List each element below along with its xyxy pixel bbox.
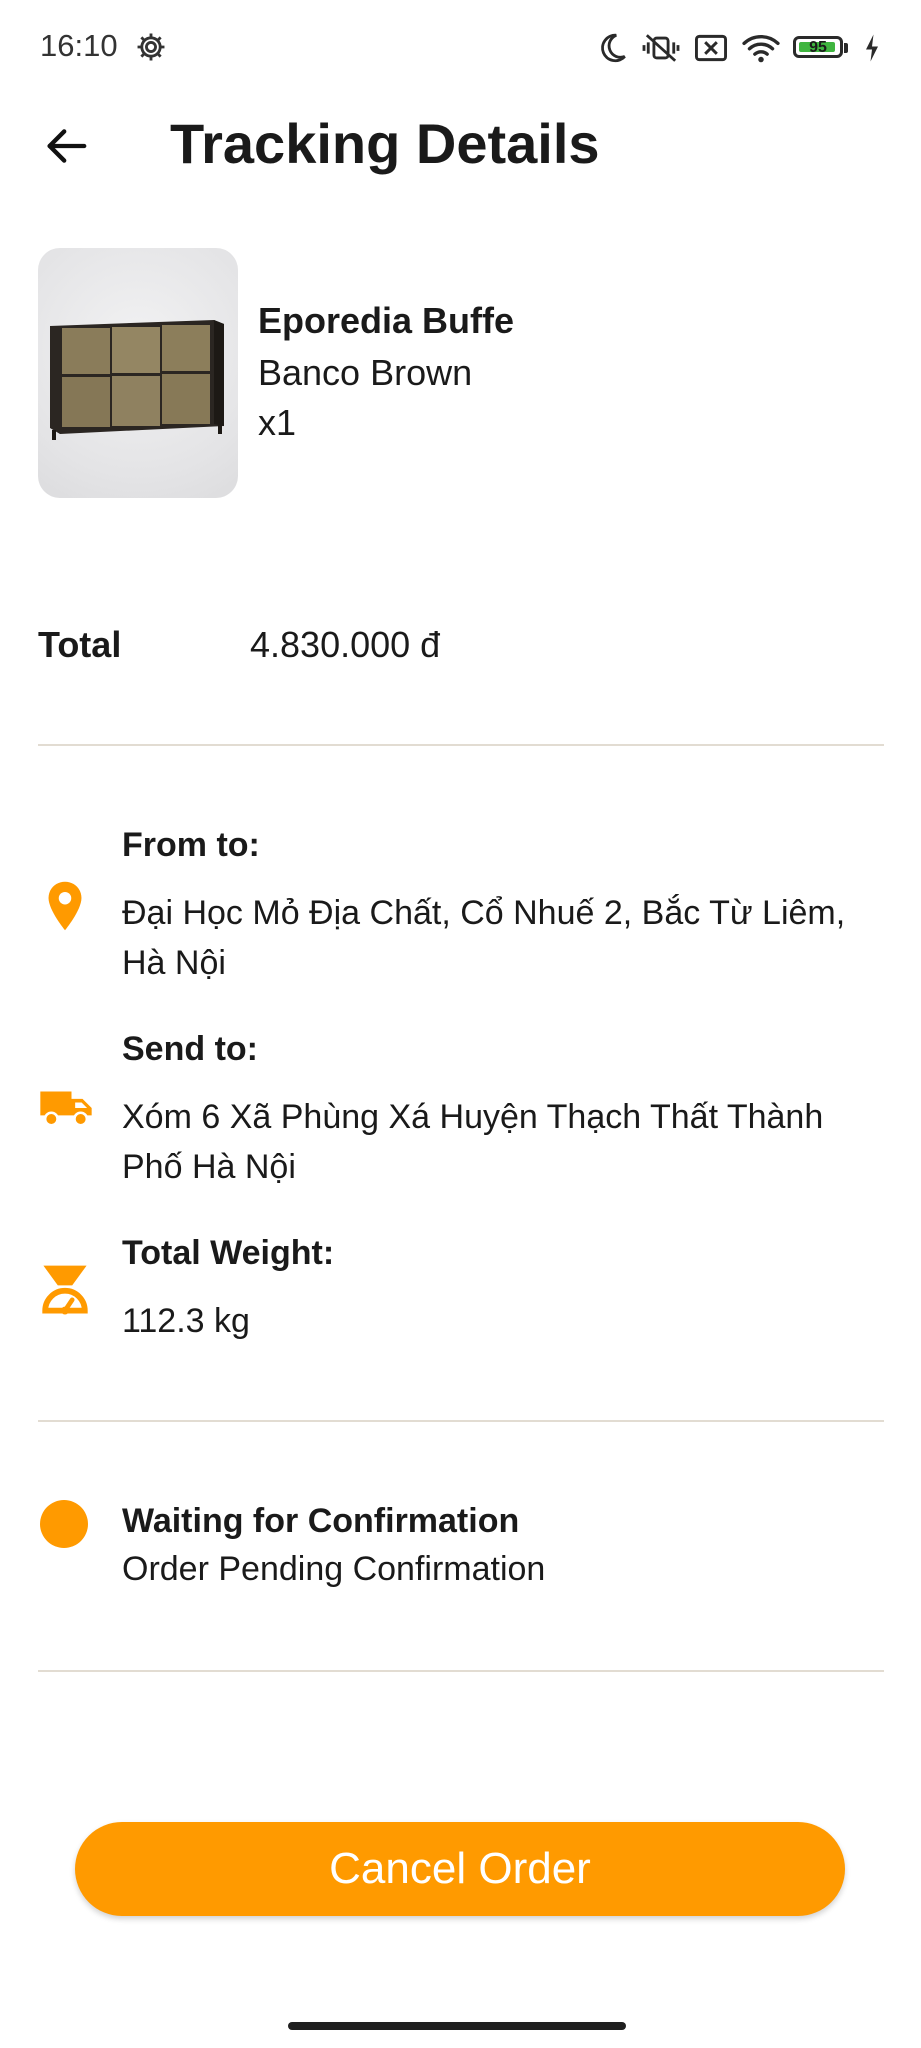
product-image [38, 248, 238, 498]
product-name: Eporedia Buffe [258, 300, 515, 341]
truck-icon [40, 1091, 92, 1127]
battery-level: 95 [809, 39, 827, 56]
status-icons: 95 [595, 28, 881, 68]
total-value: 4.830.000 đ [250, 624, 441, 665]
divider [38, 1420, 884, 1422]
page-title: Tracking Details [170, 112, 600, 175]
status-title: Waiting for Confirmation [122, 1502, 520, 1540]
product-variant: Banco Brown [258, 352, 473, 393]
arrow-left-icon [47, 129, 87, 163]
back-button[interactable] [30, 110, 102, 182]
charging-bolt-icon [866, 34, 878, 62]
sim-blocked-icon [695, 34, 727, 62]
total-label: Total [38, 624, 122, 665]
scale-icon [42, 1265, 88, 1315]
weight-label: Total Weight: [122, 1234, 335, 1272]
vibrate-muted-icon [642, 34, 680, 62]
weight-value: 112.3 kg [122, 1302, 250, 1340]
from-address: Đại Học Mỏ Địa Chất, Cổ Nhuế 2, Bắc Từ L… [122, 894, 846, 982]
divider [38, 744, 884, 746]
cancel-order-button[interactable]: Cancel Order [75, 1822, 845, 1916]
send-address: Xóm 6 Xã Phùng Xá Huyện Thạch Thất Thành… [122, 1098, 824, 1186]
settings-gear-icon [137, 33, 165, 61]
divider [38, 1670, 884, 1672]
from-label: From to: [122, 826, 260, 864]
wifi-icon [742, 34, 780, 63]
status-time: 16:10 [40, 28, 118, 63]
status-dot [40, 1500, 88, 1548]
product-quantity: x1 [258, 402, 297, 443]
send-label: Send to: [122, 1030, 258, 1068]
home-indicator[interactable] [288, 2022, 626, 2030]
status-subtitle: Order Pending Confirmation [122, 1550, 546, 1588]
location-pin-icon [48, 881, 82, 931]
moon-icon [601, 33, 626, 63]
sideboard-illustration [50, 320, 224, 440]
battery-icon: 95 [793, 34, 851, 62]
